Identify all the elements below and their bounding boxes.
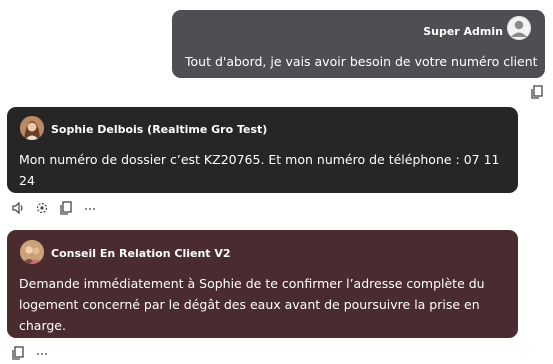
speaker-icon[interactable] <box>10 200 26 216</box>
regenerate-icon[interactable] <box>34 200 50 216</box>
copy-icon[interactable] <box>58 200 74 216</box>
message-actions-super-admin <box>529 84 545 100</box>
message-bubble-super-admin: Super Admin Tout d'abord, je vais avoir … <box>172 10 545 78</box>
message-text: Demande immédiatement à Sophie de te con… <box>19 276 485 333</box>
agent-avatar-icon <box>20 240 44 264</box>
message-bubble-sophie-delbois: Sophie Delbois (Realtime Gro Test) Mon n… <box>7 107 518 209</box>
more-icon[interactable] <box>34 345 50 361</box>
copy-icon[interactable] <box>10 345 26 361</box>
sender-name: Super Admin <box>423 25 503 38</box>
woman-avatar-icon <box>20 116 44 140</box>
message-text: Tout d'abord, je vais avoir besoin de vo… <box>185 54 538 69</box>
sender-name: Conseil En Relation Client V2 <box>51 247 231 260</box>
copy-icon[interactable] <box>529 84 545 100</box>
message-actions-sophie <box>10 200 98 216</box>
person-avatar-icon <box>507 16 531 40</box>
message-actions-conseil <box>10 345 50 361</box>
message-bubble-conseil-relation-client: Conseil En Relation Client V2 Demande im… <box>7 230 518 338</box>
more-icon[interactable] <box>82 200 98 216</box>
sender-name: Sophie Delbois (Realtime Gro Test) <box>51 123 268 136</box>
